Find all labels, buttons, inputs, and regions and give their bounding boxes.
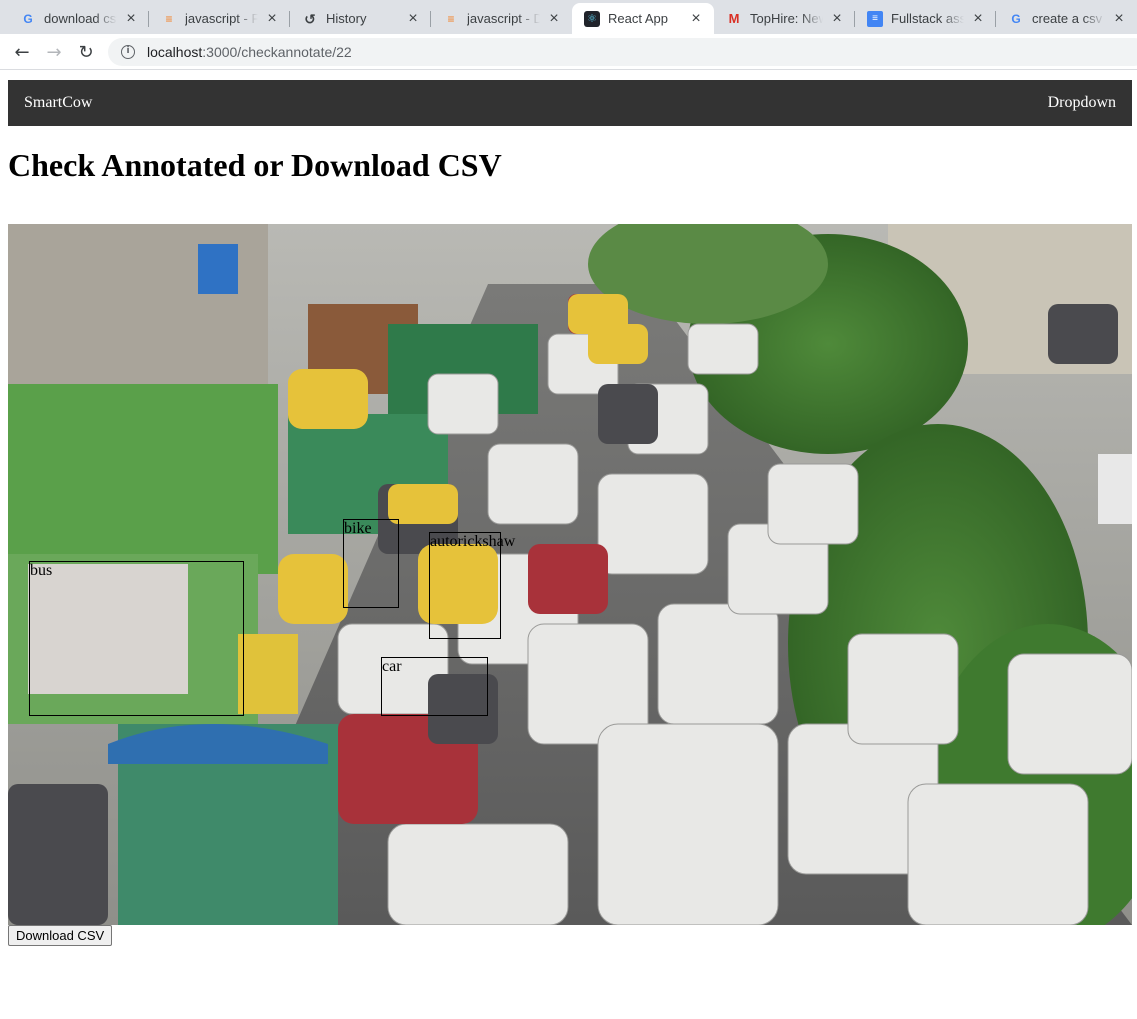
tab-tophire[interactable]: M TopHire: New × — [714, 3, 855, 34]
annotated-image: bike autorickshaw bus car — [8, 224, 1132, 925]
address-bar[interactable]: i localhost:3000/checkannotate/22 — [108, 38, 1137, 66]
tab-title: History — [326, 11, 367, 26]
react-icon: ⚛ — [584, 10, 600, 27]
google-icon: G — [23, 11, 33, 26]
navbar-brand[interactable]: SmartCow — [24, 94, 92, 112]
forward-arrow-icon[interactable]: → — [42, 40, 66, 64]
close-icon[interactable]: × — [829, 10, 845, 27]
bbox-label: bus — [30, 562, 53, 579]
close-icon[interactable]: × — [970, 10, 986, 27]
close-icon[interactable]: × — [405, 10, 421, 27]
close-icon[interactable]: × — [123, 10, 139, 27]
tab-title: download csv — [44, 11, 117, 26]
tab-javascript-fi[interactable]: ≡ javascript - Fi × — [149, 3, 290, 34]
tab-title: TopHire: New — [750, 11, 823, 26]
tab-javascript-d[interactable]: ≡ javascript - D × — [431, 3, 572, 34]
bbox-label: autorickshaw — [430, 533, 516, 550]
bbox-car: car — [381, 657, 488, 716]
tab-download-csv[interactable]: G download csv × — [8, 3, 149, 34]
tab-title: React App — [608, 11, 668, 26]
stackoverflow-icon: ≡ — [165, 11, 173, 26]
close-icon[interactable]: × — [264, 10, 280, 27]
url-host: localhost — [147, 44, 203, 60]
download-csv-button[interactable]: Download CSV — [8, 925, 113, 946]
back-arrow-icon[interactable]: ← — [10, 40, 34, 64]
navbar-dropdown[interactable]: Dropdown — [1048, 94, 1116, 112]
app-navbar: SmartCow Dropdown — [8, 80, 1132, 126]
browser-tab-strip: G download csv × ≡ javascript - Fi × ↺ H… — [0, 0, 1137, 34]
bbox-label: bike — [344, 520, 372, 537]
bbox-bike: bike — [343, 519, 399, 608]
google-icon: G — [1011, 11, 1021, 26]
bbox-bus: bus — [29, 561, 244, 716]
tab-fullstack[interactable]: ≡ Fullstack assi × — [855, 3, 996, 34]
info-icon[interactable]: i — [121, 45, 135, 59]
url-path: :3000/checkannotate/22 — [202, 44, 352, 60]
browser-toolbar: ← → ↻ i localhost:3000/checkannotate/22 — [0, 34, 1137, 70]
docs-icon: ≡ — [867, 10, 883, 27]
close-icon[interactable]: × — [546, 10, 562, 27]
tab-title: javascript - D — [467, 11, 540, 26]
bbox-label: car — [382, 658, 402, 675]
history-icon: ↺ — [304, 10, 316, 27]
tab-title: javascript - Fi — [185, 11, 258, 26]
reload-icon[interactable]: ↻ — [74, 40, 98, 64]
page-title: Check Annotated or Download CSV — [8, 147, 502, 183]
tab-history[interactable]: ↺ History × — [290, 3, 431, 34]
gmail-icon: M — [728, 10, 740, 26]
stackoverflow-icon: ≡ — [447, 11, 455, 26]
tab-title: Fullstack assi — [891, 11, 964, 26]
tab-create-csv[interactable]: G create a csv f × — [996, 3, 1137, 34]
bbox-autorickshaw: autorickshaw — [429, 532, 515, 639]
close-icon[interactable]: × — [1111, 10, 1127, 27]
tab-react-app[interactable]: ⚛ React App × — [572, 3, 714, 34]
close-icon[interactable]: × — [688, 10, 704, 27]
tab-title: create a csv f — [1032, 11, 1105, 26]
